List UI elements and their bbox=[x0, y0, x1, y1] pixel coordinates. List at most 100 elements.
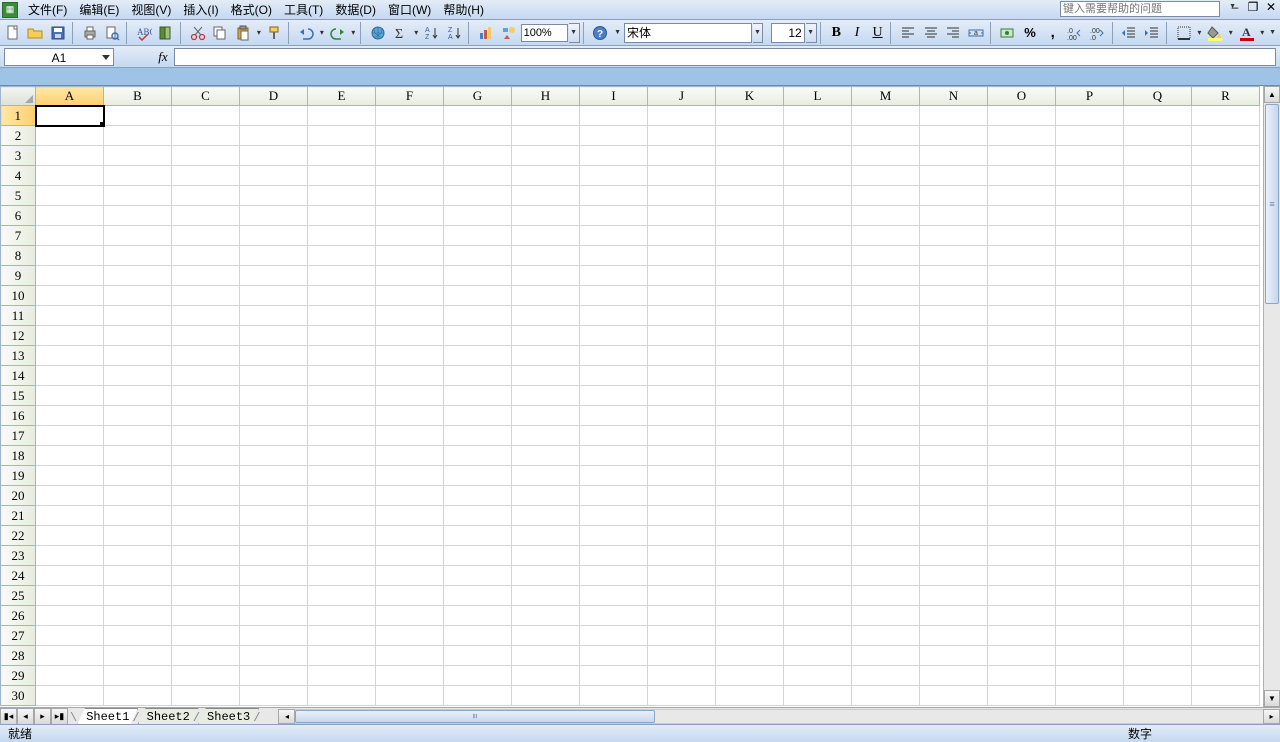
cell-A1[interactable] bbox=[36, 106, 104, 126]
cell-J25[interactable] bbox=[648, 586, 716, 606]
cell-P10[interactable] bbox=[1056, 286, 1124, 306]
cell-L26[interactable] bbox=[784, 606, 852, 626]
cell-N26[interactable] bbox=[920, 606, 988, 626]
font-name-input[interactable]: 宋体 bbox=[624, 23, 752, 43]
menu-format[interactable]: 格式(O) bbox=[225, 0, 278, 20]
cell-N13[interactable] bbox=[920, 346, 988, 366]
cell-R30[interactable] bbox=[1192, 686, 1260, 706]
cell-N21[interactable] bbox=[920, 506, 988, 526]
cell-P16[interactable] bbox=[1056, 406, 1124, 426]
cell-E14[interactable] bbox=[308, 366, 376, 386]
cell-G15[interactable] bbox=[444, 386, 512, 406]
cell-C13[interactable] bbox=[172, 346, 240, 366]
sheet-tab-sheet1[interactable]: Sheet1 bbox=[77, 708, 138, 725]
cell-M7[interactable] bbox=[852, 226, 920, 246]
autosum-dropdown-icon[interactable]: ▾ bbox=[412, 28, 420, 37]
toolbar-options-icon[interactable]: ▼ bbox=[612, 29, 623, 36]
spellcheck-icon[interactable]: ABC bbox=[133, 22, 155, 44]
cell-H1[interactable] bbox=[512, 106, 580, 126]
cell-E22[interactable] bbox=[308, 526, 376, 546]
cell-B4[interactable] bbox=[104, 166, 172, 186]
cell-N23[interactable] bbox=[920, 546, 988, 566]
cell-I7[interactable] bbox=[580, 226, 648, 246]
cell-L11[interactable] bbox=[784, 306, 852, 326]
cell-R17[interactable] bbox=[1192, 426, 1260, 446]
cell-A11[interactable] bbox=[36, 306, 104, 326]
cell-H27[interactable] bbox=[512, 626, 580, 646]
cell-D6[interactable] bbox=[240, 206, 308, 226]
open-file-icon[interactable] bbox=[25, 22, 47, 44]
fill-color-icon[interactable] bbox=[1204, 22, 1226, 44]
cell-K13[interactable] bbox=[716, 346, 784, 366]
cell-R13[interactable] bbox=[1192, 346, 1260, 366]
cell-J27[interactable] bbox=[648, 626, 716, 646]
cell-K8[interactable] bbox=[716, 246, 784, 266]
menu-window[interactable]: 窗口(W) bbox=[382, 0, 437, 20]
cell-O10[interactable] bbox=[988, 286, 1056, 306]
column-header-I[interactable]: I bbox=[580, 87, 648, 106]
cell-A12[interactable] bbox=[36, 326, 104, 346]
cell-D7[interactable] bbox=[240, 226, 308, 246]
cell-C12[interactable] bbox=[172, 326, 240, 346]
row-header-30[interactable]: 30 bbox=[1, 686, 36, 706]
cell-H24[interactable] bbox=[512, 566, 580, 586]
cell-G2[interactable] bbox=[444, 126, 512, 146]
cell-F2[interactable] bbox=[376, 126, 444, 146]
cell-Q26[interactable] bbox=[1124, 606, 1192, 626]
help-search-input[interactable] bbox=[1060, 1, 1220, 17]
cell-B12[interactable] bbox=[104, 326, 172, 346]
cell-C16[interactable] bbox=[172, 406, 240, 426]
cell-M30[interactable] bbox=[852, 686, 920, 706]
cell-D20[interactable] bbox=[240, 486, 308, 506]
cell-I5[interactable] bbox=[580, 186, 648, 206]
cell-O5[interactable] bbox=[988, 186, 1056, 206]
cell-H16[interactable] bbox=[512, 406, 580, 426]
cell-B2[interactable] bbox=[104, 126, 172, 146]
cell-E15[interactable] bbox=[308, 386, 376, 406]
cell-E10[interactable] bbox=[308, 286, 376, 306]
cell-C21[interactable] bbox=[172, 506, 240, 526]
cell-C5[interactable] bbox=[172, 186, 240, 206]
cell-B30[interactable] bbox=[104, 686, 172, 706]
cell-D15[interactable] bbox=[240, 386, 308, 406]
cell-H18[interactable] bbox=[512, 446, 580, 466]
cell-A20[interactable] bbox=[36, 486, 104, 506]
cell-D13[interactable] bbox=[240, 346, 308, 366]
cell-C17[interactable] bbox=[172, 426, 240, 446]
cell-L15[interactable] bbox=[784, 386, 852, 406]
cell-B11[interactable] bbox=[104, 306, 172, 326]
cell-A13[interactable] bbox=[36, 346, 104, 366]
cell-D19[interactable] bbox=[240, 466, 308, 486]
cell-M18[interactable] bbox=[852, 446, 920, 466]
row-header-1[interactable]: 1 bbox=[1, 106, 36, 126]
cell-Q23[interactable] bbox=[1124, 546, 1192, 566]
cell-I25[interactable] bbox=[580, 586, 648, 606]
cell-A24[interactable] bbox=[36, 566, 104, 586]
cell-D30[interactable] bbox=[240, 686, 308, 706]
cell-J28[interactable] bbox=[648, 646, 716, 666]
cell-N20[interactable] bbox=[920, 486, 988, 506]
name-box[interactable]: A1 bbox=[4, 48, 114, 66]
cell-E11[interactable] bbox=[308, 306, 376, 326]
column-header-A[interactable]: A bbox=[36, 87, 104, 106]
cell-C22[interactable] bbox=[172, 526, 240, 546]
row-header-27[interactable]: 27 bbox=[1, 626, 36, 646]
font-name-dropdown-icon[interactable]: ▼ bbox=[753, 23, 764, 43]
row-header-9[interactable]: 9 bbox=[1, 266, 36, 286]
cell-B7[interactable] bbox=[104, 226, 172, 246]
scroll-down-icon[interactable]: ▼ bbox=[1264, 690, 1280, 707]
cell-B24[interactable] bbox=[104, 566, 172, 586]
cell-N17[interactable] bbox=[920, 426, 988, 446]
cell-J7[interactable] bbox=[648, 226, 716, 246]
cell-B15[interactable] bbox=[104, 386, 172, 406]
cell-I4[interactable] bbox=[580, 166, 648, 186]
cell-K18[interactable] bbox=[716, 446, 784, 466]
cell-R22[interactable] bbox=[1192, 526, 1260, 546]
cell-N15[interactable] bbox=[920, 386, 988, 406]
cell-C10[interactable] bbox=[172, 286, 240, 306]
cell-O6[interactable] bbox=[988, 206, 1056, 226]
zoom-dropdown-icon[interactable]: ▼ bbox=[569, 23, 580, 43]
cell-C30[interactable] bbox=[172, 686, 240, 706]
cell-C9[interactable] bbox=[172, 266, 240, 286]
cell-F22[interactable] bbox=[376, 526, 444, 546]
